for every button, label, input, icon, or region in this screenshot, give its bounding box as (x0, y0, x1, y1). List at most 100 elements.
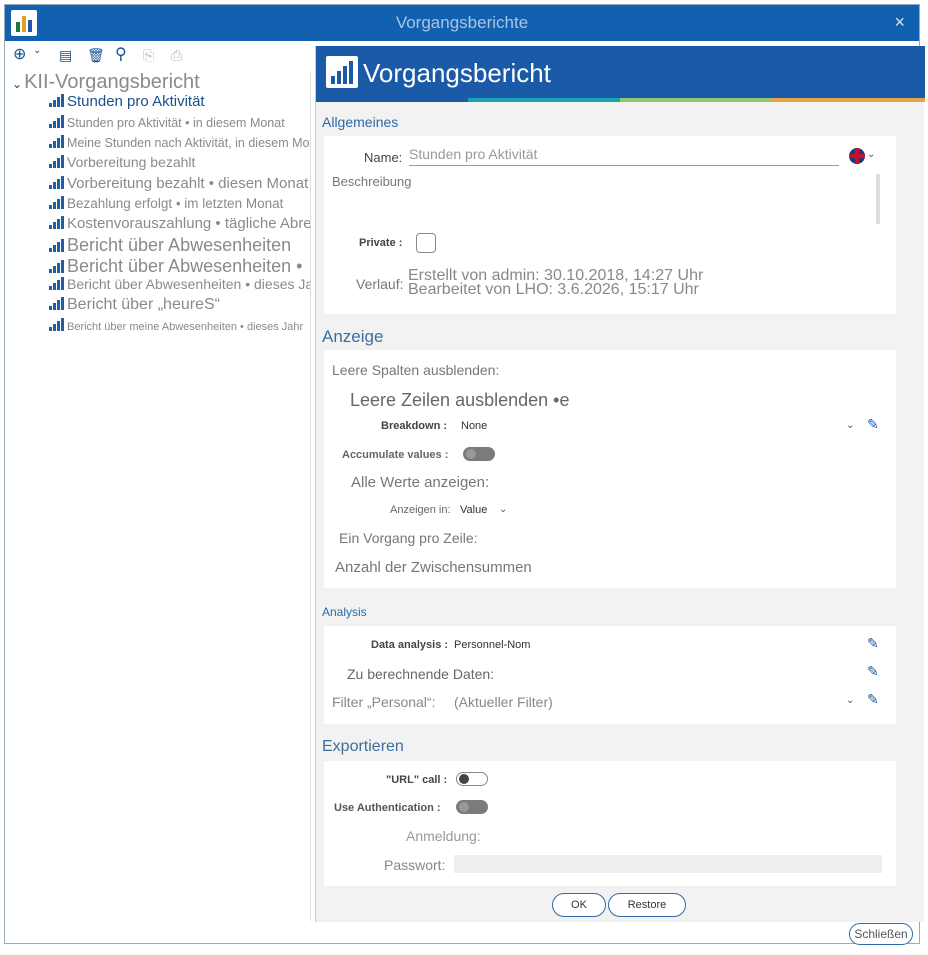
window-title: Vorgangsberichte (395, 13, 529, 32)
name-label: Name: (364, 150, 403, 165)
description-textarea[interactable] (412, 174, 880, 224)
language-flag-icon[interactable] (849, 148, 865, 164)
tree-item[interactable]: Bericht über Abwesenheiten • (49, 256, 302, 277)
tree-item-label: Vorbereitung bezahlt • diesen Monat (67, 175, 309, 192)
ok-button[interactable]: OK (552, 893, 606, 917)
report-window: Vorgangsberichte × ⊕ ⌄ ▤ 🗑 ⚲ ⎘ ⎙ ⌄ KII-Vo… (4, 4, 925, 944)
breakdown-select[interactable]: None (461, 420, 487, 432)
report-chart-icon (49, 134, 65, 148)
tree-item[interactable]: Bericht über Abwesenheiten • dieses Jahr (49, 276, 311, 292)
subtotals-label: Anzahl der Zwischensummen (335, 559, 532, 576)
export-card: "URL" call : Use Authentication : Anmeld… (324, 761, 896, 886)
tree-item-label: Meine Stunden nach Aktivität, in diesem … (67, 136, 311, 150)
password-input[interactable] (454, 855, 882, 873)
tree-item-label: Stunden pro Aktivität (67, 93, 205, 110)
tree-item[interactable]: Stunden pro Aktivität (49, 93, 205, 110)
auth-label: Use Authentication : (334, 802, 441, 814)
tree-item-label: Bezahlung erfolgt • im letzten Monat (67, 196, 284, 211)
tree-root[interactable]: ⌄ KII-Vorgangsbericht (12, 71, 200, 94)
tree-item[interactable]: Bericht über meine Abwesenheiten • diese… (49, 317, 303, 333)
tree-item[interactable]: Kostenvorauszahlung • tägliche Abrechnun… (49, 215, 310, 232)
report-detail-panel: Vorgangsbericht Allgemeines Name: Stunde… (315, 46, 925, 922)
compute-edit-icon[interactable]: ✎ (867, 663, 879, 680)
add-icon[interactable]: ⊕ (13, 44, 26, 64)
section-export-title: Exportieren (322, 738, 404, 755)
tree-item[interactable]: Bericht über „heureS“ (49, 296, 220, 314)
report-chart-icon (326, 56, 358, 88)
private-checkbox[interactable] (416, 233, 436, 253)
hide-empty-rows-label: Leere Zeilen ausblenden •e (350, 390, 570, 410)
report-chart-icon (49, 93, 65, 107)
chevron-down-icon[interactable]: ⌄ (867, 149, 875, 160)
show-all-values-label: Alle Werte anzeigen: (351, 474, 490, 491)
one-per-row-label: Ein Vorgang pro Zeile: (339, 530, 478, 546)
filter-label: Filter „Personal“: (332, 694, 436, 710)
add-chevron-icon[interactable]: ⌄ (33, 45, 41, 56)
tree-item-label: Stunden pro Aktivität • in diesem Monat (67, 116, 285, 130)
login-label: Anmeldung: (406, 828, 481, 844)
chevron-down-icon[interactable]: ⌄ (12, 77, 22, 91)
tree-item-label: Bericht über meine Abwesenheiten • diese… (67, 321, 304, 333)
tree-item-label: Bericht über Abwesenheiten (67, 235, 292, 255)
panel-header: Vorgangsbericht (316, 46, 925, 98)
tree-item[interactable]: Meine Stunden nach Aktivität, in diesem … (49, 134, 311, 150)
tree-item-label: Vorbereitung bezahlt (67, 154, 196, 170)
report-chart-icon (49, 195, 65, 209)
chevron-down-icon[interactable]: ⌄ (846, 420, 854, 431)
tree-item-label: Bericht über „heureS“ (67, 296, 220, 313)
data-analysis-value[interactable]: Personnel-Nom (454, 639, 530, 651)
report-tree: ⌄ KII-Vorgangsbericht Stunden pro Aktivit… (9, 71, 311, 921)
show-in-label: Anzeigen in: (390, 504, 451, 516)
tree-item-label: Bericht über Abwesenheiten • (67, 256, 303, 276)
tree-item[interactable]: Vorbereitung bezahlt (49, 154, 195, 170)
compute-label: Zu berechnende Daten: (347, 666, 495, 682)
auth-toggle[interactable] (456, 800, 488, 814)
data-analysis-label: Data analysis : (371, 639, 449, 651)
close-button[interactable]: Schließen (849, 923, 913, 945)
filter-select[interactable]: (Aktueller Filter) (454, 694, 553, 710)
report-chart-icon (49, 259, 65, 273)
breakdown-edit-icon[interactable]: ✎ (867, 416, 879, 433)
name-input[interactable]: Stunden pro Aktivität (409, 146, 839, 166)
description-label: Beschreibung (332, 174, 412, 189)
report-chart-icon (49, 317, 65, 331)
edited-info: Bearbeitet von LHO: 3.6.2026, 15:17 Uhr (408, 281, 699, 298)
report-chart-icon (49, 238, 65, 252)
url-call-toggle[interactable] (456, 772, 488, 786)
analysis-card: Data analysis : Personnel-Nom ✎ Zu berec… (324, 626, 896, 724)
section-general-title: Allgemeines (322, 114, 399, 130)
chevron-down-icon[interactable]: ⌄ (499, 504, 507, 515)
tree-toolbar: ⊕ ⌄ ▤ 🗑 ⚲ ⎘ ⎙ (11, 43, 311, 69)
search-icon[interactable]: ⚲ (115, 44, 127, 64)
copy-icon[interactable]: ⎘ (143, 47, 154, 64)
accumulate-toggle[interactable] (463, 447, 495, 461)
report-chart-icon (49, 114, 65, 128)
report-chart-icon (49, 276, 65, 290)
header-stripe (316, 98, 468, 102)
accumulate-label: Accumulate values : (342, 449, 449, 461)
display-card: Leere Spalten ausblenden: Leere Zeilen a… (324, 350, 896, 588)
tree-item[interactable]: Vorbereitung bezahlt • diesen Monat (49, 175, 308, 192)
report-chart-icon (49, 175, 65, 189)
report-chart-icon (49, 154, 65, 168)
password-label: Passwort: (384, 857, 446, 873)
breakdown-label: Breakdown : (381, 420, 448, 432)
history-label: Verlauf: (356, 276, 404, 292)
tree-item-label: Bericht über Abwesenheiten • dieses Jahr (67, 276, 311, 292)
tree-item[interactable]: Stunden pro Aktivität • in diesem Monat (49, 114, 285, 130)
edit-icon[interactable]: ▤ (59, 47, 72, 64)
show-in-select[interactable]: Value (460, 504, 487, 516)
hide-empty-columns-label: Leere Spalten ausblenden: (332, 362, 500, 378)
header-stripe (468, 98, 620, 102)
chevron-down-icon[interactable]: ⌄ (846, 695, 854, 706)
tree-root-label: KII-Vorgangsbericht (24, 71, 200, 93)
close-icon[interactable]: × (894, 12, 905, 33)
private-label: Private : (359, 237, 403, 249)
restore-button[interactable]: Restore (608, 893, 686, 917)
data-analysis-edit-icon[interactable]: ✎ (867, 635, 879, 652)
tree-item[interactable]: Bericht über Abwesenheiten (49, 235, 291, 256)
tree-item[interactable]: Bezahlung erfolgt • im letzten Monat (49, 195, 283, 211)
filter-edit-icon[interactable]: ✎ (867, 691, 879, 708)
export-icon[interactable]: ⎙ (171, 47, 182, 64)
delete-icon[interactable]: 🗑 (87, 47, 105, 64)
